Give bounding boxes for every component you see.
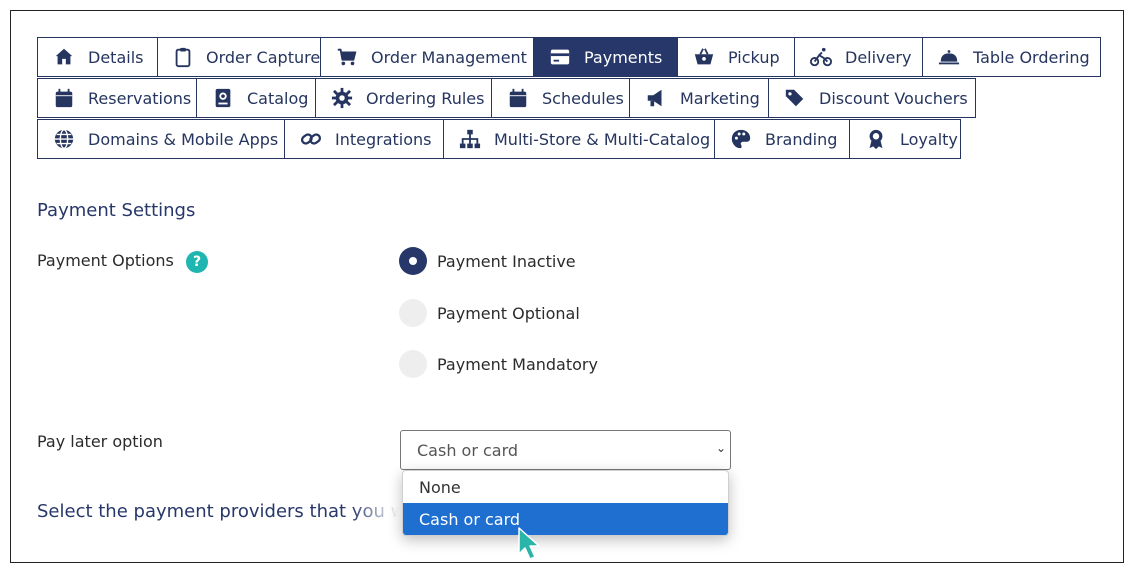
tab-order-capture[interactable]: Order Capture [157, 37, 321, 77]
award-icon [864, 127, 888, 151]
dropdown-option-cash-or-card[interactable]: Cash or card [403, 503, 728, 535]
help-icon[interactable]: ? [186, 251, 208, 273]
radio-unchecked-icon[interactable] [399, 350, 427, 378]
tab-label: Branding [765, 129, 838, 149]
radio-unchecked-icon[interactable] [399, 299, 427, 327]
globe-icon [52, 127, 76, 151]
tab-label: Reservations [88, 88, 192, 108]
pay-later-dropdown: None Cash or card [402, 470, 729, 536]
tab-label: Domains & Mobile Apps [88, 129, 279, 149]
radio-label: Payment Inactive [437, 251, 576, 271]
tab-reservations[interactable]: Reservations [37, 78, 197, 118]
select-value: Cash or card [417, 440, 519, 460]
credit-card-icon [548, 45, 572, 69]
radio-payment-inactive[interactable]: Payment Inactive [399, 247, 576, 275]
link-icon [299, 127, 323, 151]
pay-later-select[interactable]: Cash or card ⌄ [400, 430, 731, 470]
tab-integrations[interactable]: Integrations [284, 119, 444, 159]
radio-payment-optional[interactable]: Payment Optional [399, 299, 580, 327]
tab-label: Ordering Rules [366, 88, 485, 108]
cart-icon [335, 45, 359, 69]
tags-icon [783, 86, 807, 110]
mouse-pointer-icon [518, 527, 540, 560]
tab-label: Pickup [728, 47, 780, 67]
calendar-icon [52, 86, 76, 110]
tab-details[interactable]: Details [37, 37, 158, 77]
tab-payments[interactable]: Payments [533, 37, 678, 77]
basket-icon [692, 45, 716, 69]
tab-label: Order Management [371, 47, 527, 67]
tab-label: Details [88, 47, 144, 67]
radio-label: Payment Optional [437, 303, 580, 323]
tab-catalog[interactable]: Catalog [196, 78, 316, 118]
palette-icon [729, 127, 753, 151]
radio-checked-icon[interactable] [399, 247, 427, 275]
tab-label: Marketing [680, 88, 760, 108]
cloche-icon [937, 45, 961, 69]
tab-label: Catalog [247, 88, 309, 108]
tab-label: Loyalty [900, 129, 958, 149]
settings-panel: Details Order Capture Order Management P… [10, 10, 1124, 563]
tab-label: Order Capture [206, 47, 321, 67]
radio-payment-mandatory[interactable]: Payment Mandatory [399, 350, 598, 378]
tab-label: Schedules [542, 88, 624, 108]
tab-delivery[interactable]: Delivery [794, 37, 923, 77]
dropdown-option-none[interactable]: None [403, 471, 728, 503]
tab-label: Payments [584, 47, 663, 67]
tab-marketing[interactable]: Marketing [629, 78, 769, 118]
tab-domains-mobile-apps[interactable]: Domains & Mobile Apps [37, 119, 285, 159]
tab-pickup[interactable]: Pickup [677, 37, 795, 77]
tab-discount-vouchers[interactable]: Discount Vouchers [768, 78, 976, 118]
tab-ordering-rules[interactable]: Ordering Rules [315, 78, 492, 118]
clipboard-icon [172, 45, 194, 69]
tab-table-ordering[interactable]: Table Ordering [922, 37, 1101, 77]
tab-order-management[interactable]: Order Management [320, 37, 534, 77]
tab-label: Integrations [335, 129, 432, 149]
sitemap-icon [458, 127, 482, 151]
gear-icon [330, 86, 354, 110]
tab-loyalty[interactable]: Loyalty [849, 119, 961, 159]
home-icon [52, 45, 76, 69]
megaphone-icon [644, 86, 668, 110]
payment-options-label: Payment Options [37, 251, 174, 270]
payment-settings-title: Payment Settings [37, 200, 196, 221]
tab-schedules[interactable]: Schedules [491, 78, 630, 118]
tab-label: Table Ordering [973, 47, 1090, 67]
tab-label: Discount Vouchers [819, 88, 968, 108]
book-icon [211, 86, 235, 110]
radio-label: Payment Mandatory [437, 354, 598, 374]
tab-multi-store-multi-catalog[interactable]: Multi-Store & Multi-Catalog [443, 119, 715, 159]
tab-label: Multi-Store & Multi-Catalog [494, 129, 711, 149]
tab-label: Delivery [845, 47, 912, 67]
calendar-icon [506, 86, 530, 110]
tab-branding[interactable]: Branding [714, 119, 850, 159]
pay-later-label: Pay later option [37, 432, 163, 451]
bicycle-icon [809, 45, 833, 69]
chevron-down-icon: ⌄ [715, 441, 726, 455]
